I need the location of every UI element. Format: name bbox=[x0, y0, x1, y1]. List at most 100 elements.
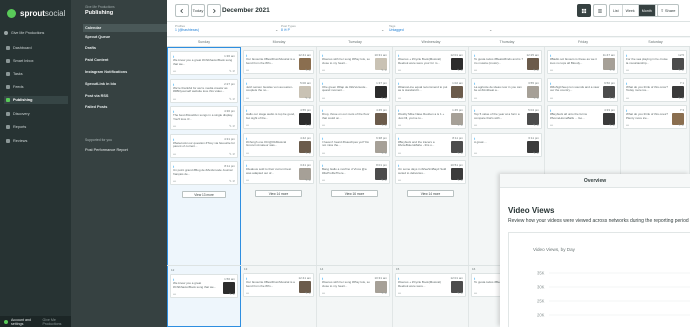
more-options-icon[interactable]: ••• bbox=[322, 96, 325, 100]
edit-icon[interactable]: ✎ ⊘ bbox=[457, 68, 463, 72]
view-more-button[interactable]: View 13 more bbox=[182, 190, 226, 198]
scheduled-post[interactable]: t 10:31 am #Genus with her song #Play lots… bbox=[319, 50, 390, 74]
edit-icon[interactable]: ✎ ⊘ bbox=[381, 151, 387, 155]
edit-icon[interactable]: ✎ ⊘ bbox=[533, 68, 539, 72]
more-options-icon[interactable]: ••• bbox=[474, 96, 477, 100]
scheduled-post[interactable]: t 12:41 am Our favourite #BestDrumMusical … bbox=[243, 273, 314, 297]
more-options-icon[interactable]: ••• bbox=[173, 124, 176, 128]
nav-item-reviews[interactable]: Reviews bbox=[4, 137, 68, 145]
edit-icon[interactable]: ✎ ⊘ bbox=[305, 96, 311, 100]
more-options-icon[interactable]: ••• bbox=[474, 123, 477, 127]
more-options-icon[interactable]: ••• bbox=[398, 291, 401, 295]
scheduled-post[interactable]: t 12:25 am To gusta todos #BeatsMinds and … bbox=[471, 50, 542, 74]
more-options-icon[interactable]: ••• bbox=[322, 151, 325, 155]
nav-item-discovery[interactable]: Discovery bbox=[4, 110, 68, 118]
nav-item-reports[interactable]: Reports bbox=[4, 123, 68, 131]
edit-icon[interactable]: ✎ ⊘ bbox=[305, 178, 311, 182]
view-option-week[interactable]: Week bbox=[622, 5, 639, 16]
edit-icon[interactable]: ✎ ⊘ bbox=[678, 123, 684, 127]
edit-icon[interactable]: ✎ ⊘ bbox=[457, 96, 463, 100]
edit-icon[interactable]: ✎ ⊘ bbox=[533, 123, 539, 127]
edit-icon[interactable]: ✎ ⊘ bbox=[678, 68, 684, 72]
share-button[interactable]: ⇪ Share bbox=[657, 4, 679, 17]
submenu-item-sprout-queue[interactable]: Sprout Queue bbox=[85, 35, 110, 39]
scheduled-post[interactable]: t 4:42 pm #Chorgh one #Cr@OkMusical Groovi… bbox=[243, 132, 314, 157]
edit-icon[interactable]: ✎ ⊘ bbox=[457, 123, 463, 127]
edit-icon[interactable]: ✎ ⊘ bbox=[305, 291, 311, 295]
more-options-icon[interactable]: ••• bbox=[173, 179, 176, 183]
more-options-icon[interactable]: ••• bbox=[173, 152, 176, 156]
chevron-down-icon[interactable]: ⌄ bbox=[381, 27, 384, 32]
more-options-icon[interactable]: ••• bbox=[550, 123, 553, 127]
submenu-item-drafts[interactable]: Drafts bbox=[85, 46, 96, 50]
edit-icon[interactable]: ✎ ⊘ bbox=[381, 178, 387, 182]
scheduled-post[interactable]: t 4:55 pm Hallo our stage audio is top be … bbox=[243, 105, 314, 129]
nav-item-smart-inbox[interactable]: Smart Inbox bbox=[4, 57, 68, 65]
more-options-icon[interactable]: ••• bbox=[246, 178, 249, 182]
calendar-list-view-button[interactable] bbox=[593, 4, 607, 17]
nav-item-publishing[interactable]: Publishing bbox=[4, 96, 68, 104]
more-options-icon[interactable]: ••• bbox=[246, 151, 249, 155]
scheduled-post[interactable]: t 6:38 pm I haven't heard #Gauchpes yet? D… bbox=[319, 132, 390, 157]
more-options-icon[interactable]: ••• bbox=[626, 68, 629, 72]
edit-icon[interactable]: ✎ ⊘ bbox=[229, 152, 235, 156]
more-options-icon[interactable]: ••• bbox=[398, 123, 401, 127]
more-options-icon[interactable]: ••• bbox=[173, 97, 176, 101]
scheduled-post[interactable]: t 8:11 pm Un point grand #Bog de #ZeVersod… bbox=[170, 161, 238, 185]
scheduled-post[interactable]: t 7:1 What do you think of this once? Toda… bbox=[623, 77, 687, 102]
edit-icon[interactable]: ✎ ⊘ bbox=[229, 69, 235, 73]
scheduled-post[interactable]: t 9:50 pm #MuNgCheep ton sounds and a view… bbox=[547, 77, 618, 102]
more-options-icon[interactable]: ••• bbox=[246, 68, 249, 72]
edit-icon[interactable]: ✎ ⊘ bbox=[381, 291, 387, 295]
scheduled-post[interactable]: t 1:56 am We know you a great #ChibhaviorB… bbox=[170, 274, 238, 298]
scheduled-post[interactable]: t 8:11 pm #Beybuck and the tracers a #Ante… bbox=[395, 132, 466, 157]
scheduled-post[interactable]: t 5:00 am Jetzt seinen Gewise von au-Lazen… bbox=[243, 77, 314, 102]
scheduled-post[interactable]: t 1:37 pm Ohe green #Rap de #ZeVersode - q… bbox=[319, 77, 390, 102]
edit-icon[interactable]: ✎ ⊘ bbox=[609, 68, 615, 72]
edit-icon[interactable]: ✎ ⊘ bbox=[457, 151, 463, 155]
more-options-icon[interactable]: ••• bbox=[398, 151, 401, 155]
scheduled-post[interactable]: t 2:27 pm We're thankful for we're media c… bbox=[170, 78, 238, 103]
nav-item-tasks[interactable]: Tasks bbox=[4, 70, 68, 78]
nav-item-dashboard[interactable]: Dashboard bbox=[4, 44, 68, 52]
calendar-grid-view-button[interactable] bbox=[577, 4, 591, 17]
scheduled-post[interactable]: t 6:11 pm A great ... ••• ✎ ⊘ bbox=[471, 132, 542, 157]
scheduled-post[interactable]: t 5:04 pm Top 5 value of the year at a for… bbox=[471, 105, 542, 129]
prev-month-button[interactable] bbox=[175, 4, 189, 17]
submenu-item-failed-posts[interactable]: Failed Posts bbox=[85, 105, 107, 109]
scheduled-post[interactable]: t 1:45 pm #Guilty Mike Nase Reuben a is 1 … bbox=[395, 105, 466, 129]
scheduled-post[interactable]: t 4:33 pm #Beybuck all unto the ferms #Som… bbox=[547, 105, 618, 129]
profiles-filter[interactable]: Profiles 1 (@hashtexas) bbox=[175, 24, 199, 35]
scheduled-post[interactable]: t 12:41 am Our favourite #BestDrumMusical … bbox=[243, 50, 314, 74]
profile-switcher[interactable]: Give Me Productions bbox=[4, 28, 68, 37]
more-options-icon[interactable]: ••• bbox=[398, 68, 401, 72]
scheduled-post[interactable]: t 11:47 am #Badlo sol favours is these as … bbox=[547, 50, 618, 74]
more-options-icon[interactable]: ••• bbox=[474, 151, 477, 155]
more-options-icon[interactable]: ••• bbox=[550, 68, 553, 72]
scheduled-post[interactable]: t 12:01 am #Genus + #Cycle Book(Musical) R… bbox=[395, 50, 466, 74]
view-more-button[interactable]: View 14 more bbox=[407, 189, 454, 197]
submenu-item-sproutlink-in-bio[interactable]: SproutLink in bio bbox=[85, 82, 116, 86]
more-options-icon[interactable]: ••• bbox=[322, 291, 325, 295]
more-options-icon[interactable]: ••• bbox=[246, 96, 249, 100]
scheduled-post[interactable]: t 10:31 am #Genus with her song #Play lots… bbox=[319, 273, 390, 297]
submenu-item-post-performance-report[interactable]: Post Performance Report bbox=[85, 148, 128, 152]
submenu-item-instagram-notifications[interactable]: Instagram Notifications bbox=[85, 70, 127, 74]
more-options-icon[interactable]: ••• bbox=[626, 123, 629, 127]
edit-icon[interactable]: ✎ ⊘ bbox=[305, 68, 311, 72]
scheduled-post[interactable]: t 12:01 am #Genus + #Cycle Book(Musical) R… bbox=[395, 273, 466, 297]
edit-icon[interactable]: ✎ ⊘ bbox=[381, 96, 387, 100]
edit-icon[interactable]: ✎ ⊘ bbox=[609, 96, 615, 100]
edit-icon[interactable]: ✎ ⊘ bbox=[305, 151, 311, 155]
more-options-icon[interactable]: ••• bbox=[173, 292, 176, 296]
more-options-icon[interactable]: ••• bbox=[474, 291, 477, 295]
edit-icon[interactable]: ✎ ⊘ bbox=[381, 68, 387, 72]
submenu-item-calendar[interactable]: Calendar bbox=[83, 24, 167, 32]
account-settings[interactable]: Account and settings Give Me Productions bbox=[0, 316, 71, 327]
next-month-button[interactable] bbox=[207, 4, 221, 17]
more-options-icon[interactable]: ••• bbox=[322, 68, 325, 72]
post-types-filter[interactable]: Post Types 8 ✉ P bbox=[281, 24, 296, 35]
scheduled-post[interactable]: t 4:45 pm Drop, those on our roots of the … bbox=[319, 105, 390, 129]
edit-icon[interactable]: ✎ ⊘ bbox=[229, 179, 235, 183]
more-options-icon[interactable]: ••• bbox=[550, 96, 553, 100]
